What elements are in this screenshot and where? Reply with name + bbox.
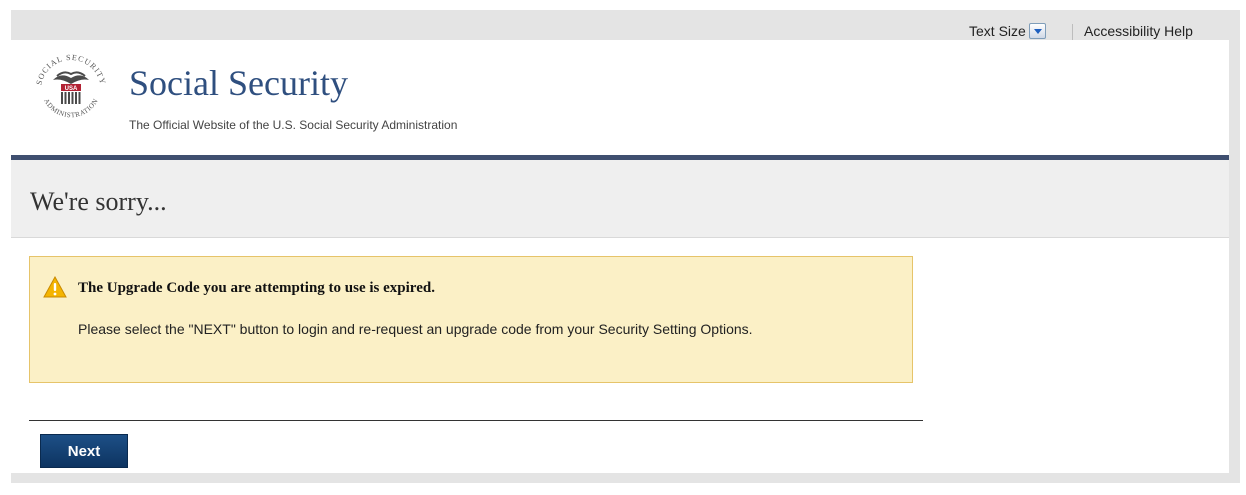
alert-body: Please select the "NEXT" button to login… (78, 321, 753, 337)
chevron-down-icon[interactable] (1028, 23, 1046, 39)
warning-alert: The Upgrade Code you are attempting to u… (29, 256, 913, 383)
site-tagline: The Official Website of the U.S. Social … (129, 118, 458, 132)
accessibility-help-link[interactable]: Accessibility Help (1084, 23, 1193, 39)
text-size-label: Text Size (969, 23, 1026, 39)
site-header: SOCIAL SECURITY ADMINISTRATION USA Socia… (11, 40, 1229, 165)
page-title-band: We're sorry... (11, 160, 1229, 238)
next-button[interactable]: Next (40, 434, 128, 468)
text-size-control[interactable]: Text Size (969, 23, 1046, 39)
content-divider (29, 420, 923, 421)
warning-icon (43, 275, 67, 298)
utility-divider (1072, 24, 1073, 40)
alert-heading: The Upgrade Code you are attempting to u… (78, 280, 435, 296)
main-content: The Upgrade Code you are attempting to u… (11, 238, 1229, 473)
ssa-seal-icon[interactable]: SOCIAL SECURITY ADMINISTRATION USA (31, 50, 111, 130)
site-title-link[interactable]: Social Security (129, 65, 348, 101)
svg-text:USA: USA (65, 86, 78, 92)
page-title: We're sorry... (30, 187, 167, 216)
svg-text:ADMINISTRATION: ADMINISTRATION (42, 97, 100, 119)
